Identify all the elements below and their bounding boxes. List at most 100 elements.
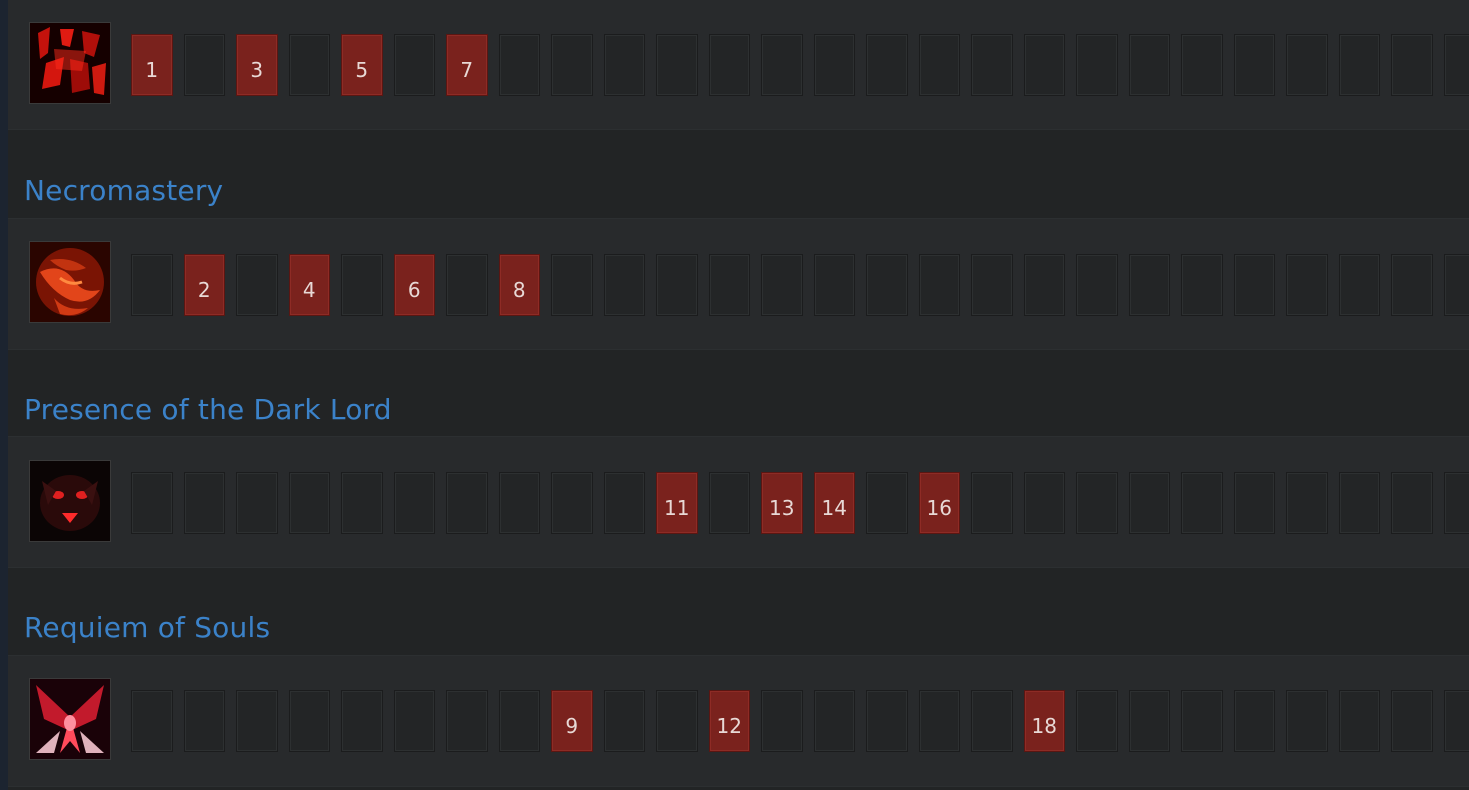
level-slot[interactable] <box>1443 472 1469 534</box>
level-slot[interactable] <box>288 690 330 752</box>
level-slot[interactable] <box>446 690 488 752</box>
level-slot[interactable] <box>761 34 803 96</box>
level-slot[interactable] <box>131 254 173 316</box>
level-slot[interactable] <box>1286 34 1328 96</box>
level-slot[interactable] <box>1128 690 1170 752</box>
level-slot[interactable] <box>761 254 803 316</box>
level-slot[interactable] <box>236 254 278 316</box>
level-slot[interactable] <box>708 34 750 96</box>
level-slot[interactable]: 7 <box>446 34 488 96</box>
level-slot[interactable] <box>1286 472 1328 534</box>
level-slot[interactable]: 8 <box>498 254 540 316</box>
level-slot[interactable] <box>341 472 383 534</box>
level-slot[interactable] <box>393 472 435 534</box>
level-slot[interactable] <box>1391 472 1433 534</box>
level-slot[interactable] <box>1233 34 1275 96</box>
level-slot[interactable] <box>708 472 750 534</box>
level-slot[interactable] <box>446 472 488 534</box>
level-slot[interactable] <box>1181 690 1223 752</box>
level-slot[interactable] <box>1233 690 1275 752</box>
level-slot[interactable] <box>131 690 173 752</box>
level-slot[interactable] <box>551 254 593 316</box>
level-slot[interactable] <box>1286 690 1328 752</box>
level-slot[interactable] <box>1286 254 1328 316</box>
level-slot[interactable]: 14 <box>813 472 855 534</box>
level-slot[interactable] <box>918 254 960 316</box>
level-slot[interactable] <box>1128 34 1170 96</box>
level-slot[interactable] <box>1076 472 1118 534</box>
level-slot[interactable] <box>813 690 855 752</box>
level-slot[interactable] <box>603 254 645 316</box>
level-slot[interactable] <box>813 254 855 316</box>
level-slot[interactable] <box>236 472 278 534</box>
level-slot[interactable] <box>1338 472 1380 534</box>
level-slot[interactable]: 18 <box>1023 690 1065 752</box>
level-slot[interactable] <box>551 472 593 534</box>
level-slot[interactable] <box>183 472 225 534</box>
level-slot[interactable] <box>656 690 698 752</box>
level-slot[interactable] <box>1181 472 1223 534</box>
level-slot[interactable] <box>288 472 330 534</box>
level-slot[interactable] <box>1023 34 1065 96</box>
level-slot[interactable] <box>866 472 908 534</box>
level-slot[interactable] <box>1181 254 1223 316</box>
level-slot[interactable] <box>498 472 540 534</box>
level-slot[interactable] <box>1391 690 1433 752</box>
level-slot[interactable] <box>918 690 960 752</box>
level-slot[interactable]: 13 <box>761 472 803 534</box>
level-slot[interactable]: 4 <box>288 254 330 316</box>
level-slot[interactable] <box>1443 34 1469 96</box>
level-slot[interactable] <box>866 254 908 316</box>
level-slot[interactable] <box>551 34 593 96</box>
level-slot[interactable] <box>131 472 173 534</box>
level-slot[interactable] <box>1391 254 1433 316</box>
level-slot[interactable] <box>1076 254 1118 316</box>
level-slot[interactable] <box>236 690 278 752</box>
level-slot[interactable] <box>1023 472 1065 534</box>
level-slot[interactable] <box>761 690 803 752</box>
level-slot[interactable] <box>183 34 225 96</box>
level-slot[interactable]: 12 <box>708 690 750 752</box>
level-slot[interactable] <box>656 34 698 96</box>
level-slot[interactable] <box>656 254 698 316</box>
level-slot[interactable]: 5 <box>341 34 383 96</box>
level-slot[interactable] <box>1391 34 1433 96</box>
level-slot[interactable] <box>1076 690 1118 752</box>
level-slot[interactable] <box>288 34 330 96</box>
level-slot[interactable] <box>1076 34 1118 96</box>
level-slot[interactable]: 6 <box>393 254 435 316</box>
level-slot[interactable] <box>1443 690 1469 752</box>
level-slot[interactable]: 1 <box>131 34 173 96</box>
level-slot[interactable] <box>971 690 1013 752</box>
level-slot[interactable] <box>1443 254 1469 316</box>
level-slot[interactable] <box>971 254 1013 316</box>
level-slot[interactable] <box>708 254 750 316</box>
level-slot[interactable]: 11 <box>656 472 698 534</box>
level-slot[interactable] <box>341 690 383 752</box>
level-slot[interactable] <box>1233 472 1275 534</box>
level-slot[interactable] <box>1338 254 1380 316</box>
level-slot[interactable] <box>1338 34 1380 96</box>
level-slot[interactable]: 2 <box>183 254 225 316</box>
level-slot[interactable] <box>393 690 435 752</box>
level-slot[interactable] <box>813 34 855 96</box>
level-slot[interactable] <box>603 34 645 96</box>
level-slot[interactable] <box>498 690 540 752</box>
level-slot[interactable]: 16 <box>918 472 960 534</box>
level-slot[interactable] <box>183 690 225 752</box>
level-slot[interactable] <box>393 34 435 96</box>
level-slot[interactable] <box>1181 34 1223 96</box>
level-slot[interactable] <box>1128 254 1170 316</box>
level-slot[interactable] <box>341 254 383 316</box>
level-slot[interactable] <box>498 34 540 96</box>
level-slot[interactable] <box>1233 254 1275 316</box>
level-slot[interactable] <box>1128 472 1170 534</box>
level-slot[interactable] <box>603 472 645 534</box>
level-slot[interactable] <box>918 34 960 96</box>
level-slot[interactable] <box>1338 690 1380 752</box>
level-slot[interactable] <box>866 34 908 96</box>
level-slot[interactable] <box>1023 254 1065 316</box>
level-slot[interactable] <box>603 690 645 752</box>
level-slot[interactable]: 9 <box>551 690 593 752</box>
level-slot[interactable] <box>866 690 908 752</box>
